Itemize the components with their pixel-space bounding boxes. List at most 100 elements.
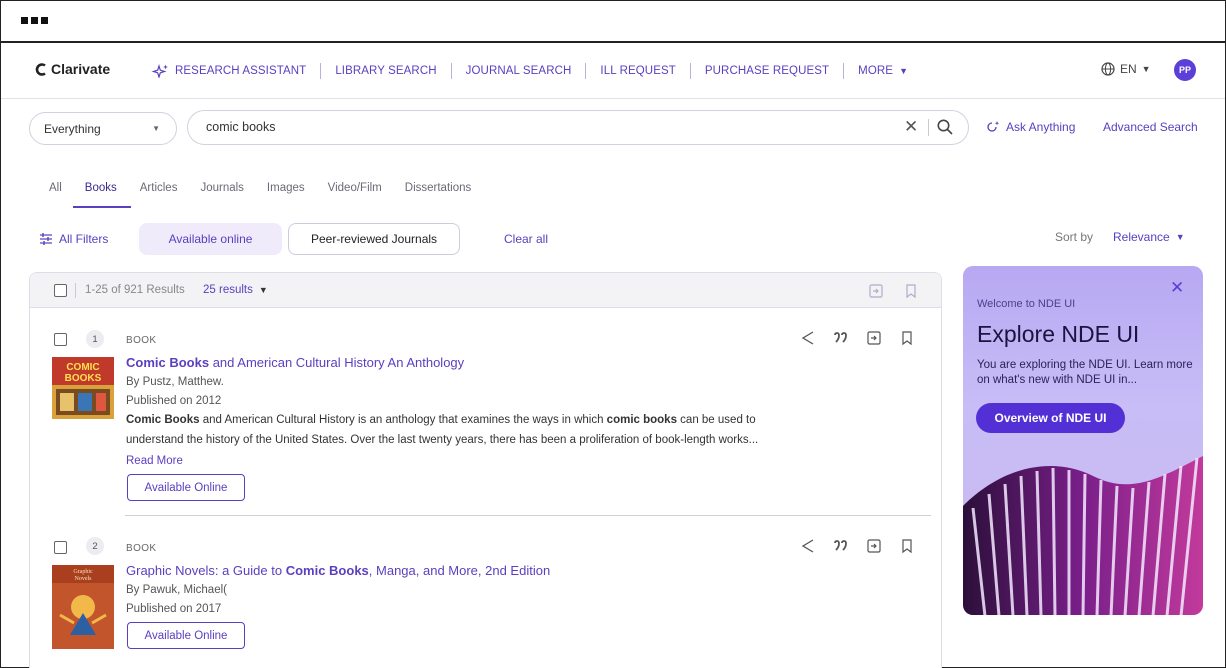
search-icon[interactable] xyxy=(936,118,954,136)
bookmark-icon[interactable] xyxy=(900,538,914,554)
nde-promo-card: ✕ Welcome to NDE UI Explore NDE UI You a… xyxy=(963,266,1203,615)
description-text: and American Cultural History is an anth… xyxy=(199,414,607,426)
filter-chip-peer-reviewed[interactable]: Peer-reviewed Journals xyxy=(288,223,460,255)
cite-quote-icon[interactable] xyxy=(834,332,848,344)
close-icon[interactable]: ✕ xyxy=(1170,278,1184,298)
book-cover-thumbnail[interactable]: Graphic Novels xyxy=(52,565,114,649)
advanced-search-link[interactable]: Advanced Search xyxy=(1103,120,1198,134)
tab-video-film[interactable]: Video/Film xyxy=(328,182,382,202)
available-online-button[interactable]: Available Online xyxy=(127,622,245,649)
results-per-page-select[interactable]: 25 results ▼ xyxy=(203,284,268,296)
filter-chip-available-online[interactable]: Available online xyxy=(139,223,282,255)
sort-by-label: Sort by xyxy=(1055,230,1094,244)
search-scope-value: Everything xyxy=(44,122,101,136)
tab-dissertations[interactable]: Dissertations xyxy=(405,182,471,202)
result-title-link[interactable]: Comic Books and American Cultural Histor… xyxy=(126,355,464,370)
nav-label: RESEARCH ASSISTANT xyxy=(175,65,307,77)
bookmark-icon[interactable] xyxy=(904,283,918,299)
ask-sparkle-icon xyxy=(987,121,1000,132)
user-avatar[interactable]: PP xyxy=(1174,59,1196,81)
results-count: 1-25 of 921 Results xyxy=(85,284,185,296)
result-title-link[interactable]: Graphic Novels: a Guide to Comic Books, … xyxy=(126,563,550,578)
share-icon[interactable] xyxy=(800,330,816,346)
clear-search-icon[interactable]: ✕ xyxy=(904,117,918,137)
cite-quote-icon[interactable] xyxy=(834,540,848,552)
nav-library-search[interactable]: LIBRARY SEARCH xyxy=(320,63,450,79)
tab-books[interactable]: Books xyxy=(72,182,131,208)
export-icon[interactable] xyxy=(866,538,882,554)
result-type: BOOK xyxy=(126,543,157,554)
nav-ill-request[interactable]: ILL REQUEST xyxy=(585,63,689,79)
search-divider xyxy=(928,119,929,136)
overview-nde-button[interactable]: Overview of NDE UI xyxy=(976,403,1125,433)
tab-journals[interactable]: Journals xyxy=(200,182,243,202)
sort-select[interactable]: Relevance ▼ xyxy=(1113,230,1185,244)
promo-wave-illustration xyxy=(963,456,1203,615)
caret-down-icon: ▼ xyxy=(899,66,909,76)
tab-articles[interactable]: Articles xyxy=(140,182,178,202)
nav-label: ILL REQUEST xyxy=(600,65,676,77)
app-window: Clarivate RESEARCH ASSISTANT LIBRARY SEA… xyxy=(0,0,1226,668)
available-online-button[interactable]: Available Online xyxy=(127,474,245,501)
clear-all-link[interactable]: Clear all xyxy=(504,232,548,246)
caret-down-icon: ▼ xyxy=(1141,64,1151,74)
description-line: Comic Books and American Cultural Histor… xyxy=(126,410,846,430)
select-all-checkbox[interactable] xyxy=(54,284,67,297)
result-divider xyxy=(125,515,931,516)
nav-purchase-request[interactable]: PURCHASE REQUEST xyxy=(689,63,843,79)
tab-images[interactable]: Images xyxy=(267,182,305,202)
promo-title: Explore NDE UI xyxy=(977,321,1140,347)
description-line: understand the history of the United Sta… xyxy=(126,434,759,446)
globe-icon xyxy=(1101,62,1115,76)
nav-label: LIBRARY SEARCH xyxy=(335,65,437,77)
search-bar[interactable]: comic books ✕ xyxy=(187,110,969,145)
nav-label: JOURNAL SEARCH xyxy=(465,65,572,77)
book-cover-image: COMIC BOOKS xyxy=(52,357,114,419)
caret-down-icon: ▼ xyxy=(1175,232,1185,242)
search-input[interactable]: comic books xyxy=(206,120,275,134)
window-titlebar xyxy=(1,1,1225,43)
nav-label: MORE xyxy=(858,65,894,77)
cover-title-art: Graphic xyxy=(73,569,93,575)
result-author: By Pawuk, Michael( xyxy=(126,584,227,596)
cover-title-art: BOOKS xyxy=(65,373,102,384)
book-cover-image: Graphic Novels xyxy=(52,565,114,649)
ask-anything-button[interactable]: Ask Anything xyxy=(986,120,1075,134)
export-icon[interactable] xyxy=(866,330,882,346)
result-actions xyxy=(800,538,914,554)
tab-all[interactable]: All xyxy=(49,182,62,202)
caret-down-icon: ▼ xyxy=(258,285,268,295)
bookmark-icon[interactable] xyxy=(900,330,914,346)
results-header: 1-25 of 921 Results 25 results ▼ xyxy=(30,273,941,308)
result-author: By Pustz, Matthew. xyxy=(126,376,224,388)
nav-research-assistant[interactable]: RESEARCH ASSISTANT xyxy=(151,63,320,79)
description-highlight: Comic Books xyxy=(126,414,200,426)
nav-more[interactable]: MORE ▼ xyxy=(843,63,922,79)
export-icon[interactable] xyxy=(868,283,884,299)
clarivate-logo[interactable]: Clarivate xyxy=(35,61,110,77)
all-filters-label: All Filters xyxy=(59,232,109,246)
title-highlight: Comic Books xyxy=(285,563,369,578)
published-label: Published on xyxy=(126,603,196,615)
three-dots-icon[interactable] xyxy=(21,17,48,24)
result-number: 2 xyxy=(86,537,104,555)
sort-value: Relevance xyxy=(1113,230,1170,244)
nav-journal-search[interactable]: JOURNAL SEARCH xyxy=(450,63,586,79)
nav-links: RESEARCH ASSISTANT LIBRARY SEARCH JOURNA… xyxy=(151,63,922,79)
all-filters-button[interactable]: All Filters xyxy=(39,232,108,246)
language-selector[interactable]: EN ▼ xyxy=(1101,62,1151,76)
clarivate-logo-icon xyxy=(35,62,46,76)
content-type-tabs: All Books Articles Journals Images Video… xyxy=(49,182,494,208)
result-checkbox[interactable] xyxy=(54,333,67,346)
published-year: 2012 xyxy=(195,395,222,407)
published-year: 2017 xyxy=(195,603,222,615)
result-checkbox[interactable] xyxy=(54,541,67,554)
read-more-link[interactable]: Read More xyxy=(126,455,183,467)
chevron-down-icon: ▼ xyxy=(152,124,160,133)
published-label: Published on xyxy=(126,395,196,407)
share-icon[interactable] xyxy=(800,538,816,554)
book-cover-thumbnail[interactable]: COMIC BOOKS xyxy=(52,357,114,419)
search-scope-select[interactable]: Everything ▼ xyxy=(29,112,177,145)
result-number: 1 xyxy=(86,330,104,348)
title-highlight: Comic Books xyxy=(126,355,210,370)
